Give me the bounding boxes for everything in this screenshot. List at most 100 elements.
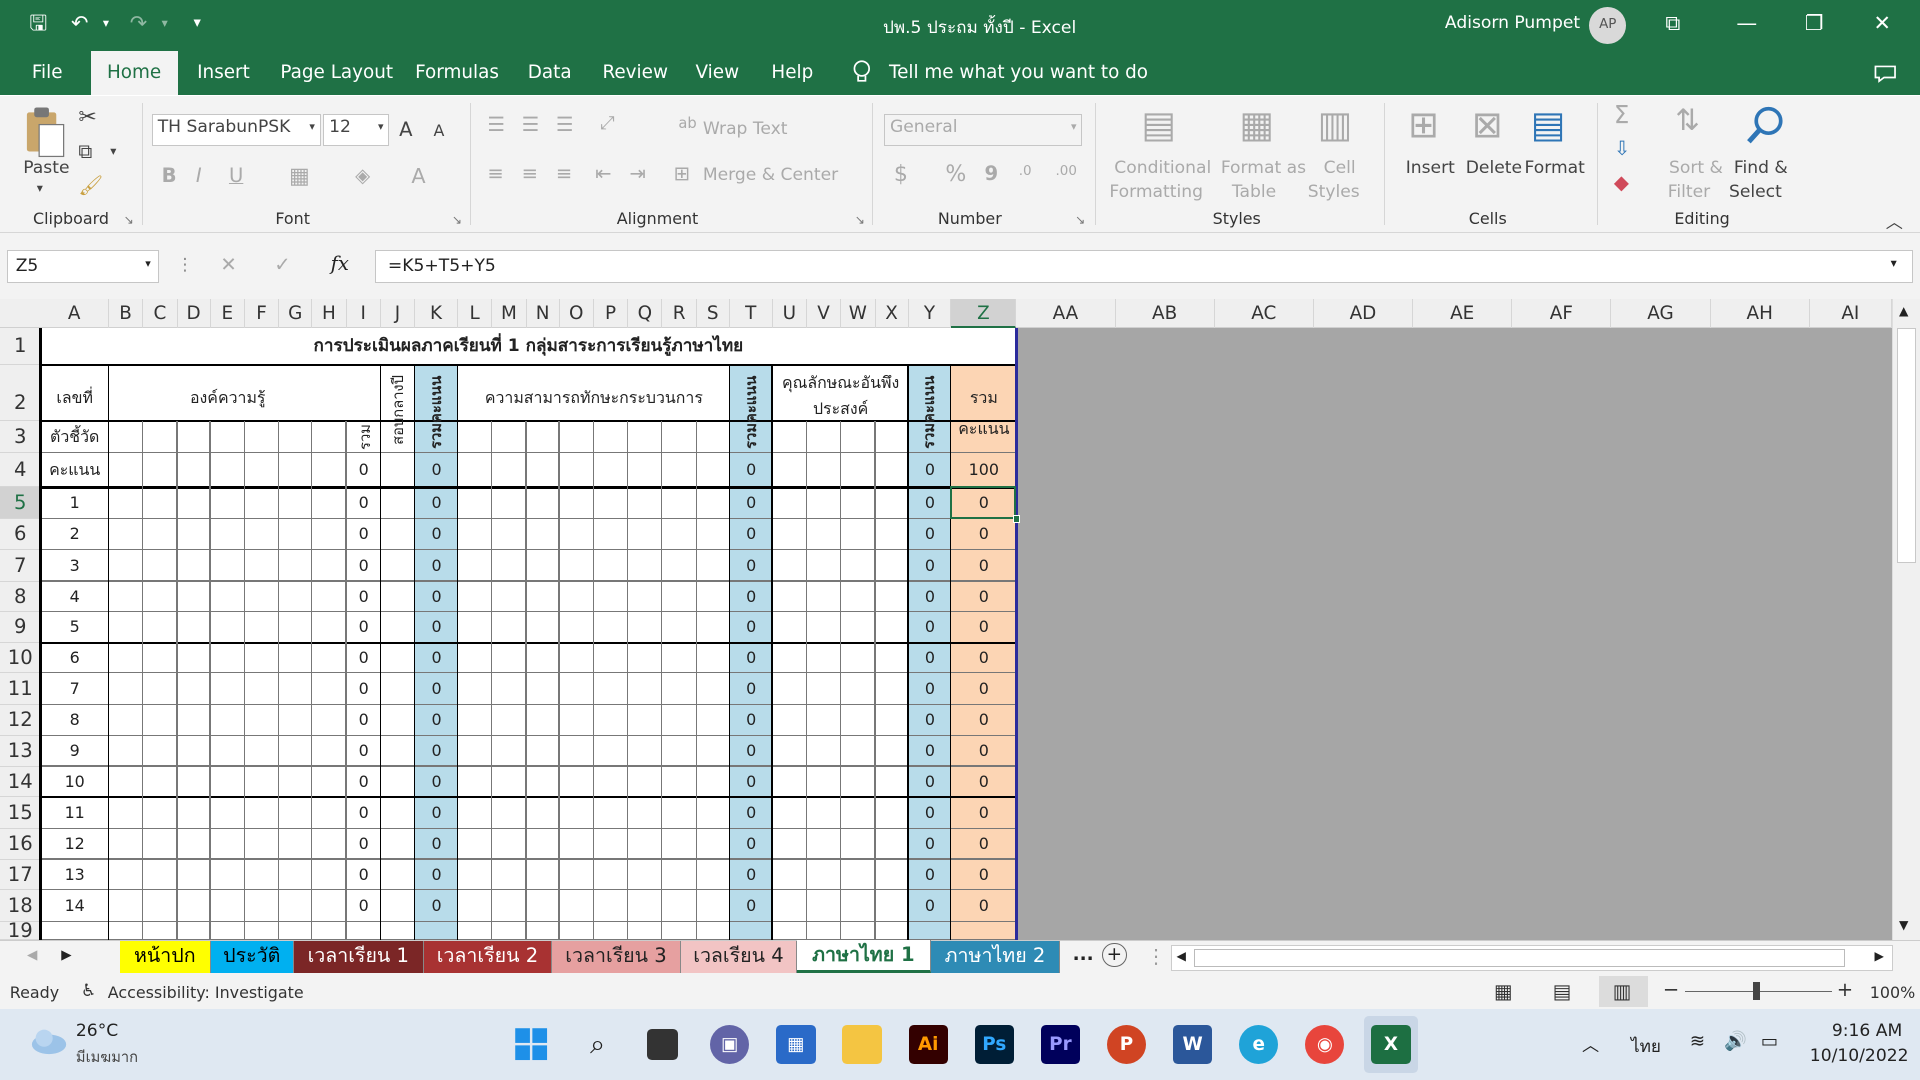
format-cells-button[interactable]: Format: [1525, 158, 1585, 178]
clock-time[interactable]: 9:16 AM: [1832, 1021, 1902, 1041]
clipboard-launcher-icon[interactable]: ↘: [124, 213, 134, 227]
fill-handle[interactable]: [1012, 515, 1020, 523]
worksheet-grid[interactable]: A B C D E F G H I J K L M N O P Q R S T U V W X Y Z AA AB AC AD AE AF AG…: [0, 298, 1892, 941]
italic-button[interactable]: I: [196, 164, 202, 187]
find-select-line2[interactable]: Select: [1729, 182, 1782, 202]
find-select-line1[interactable]: Find &: [1734, 158, 1788, 178]
file-explorer-icon[interactable]: [842, 1024, 882, 1065]
align-right-icon[interactable]: ≡: [556, 162, 572, 185]
column-header-aa[interactable]: AA: [1016, 298, 1116, 329]
format-as-table-icon[interactable]: ▦: [1239, 103, 1274, 146]
comments-icon[interactable]: [1873, 64, 1897, 84]
number-format-select[interactable]: General ▾: [884, 113, 1083, 146]
autosum-icon[interactable]: Σ: [1614, 100, 1629, 129]
selected-cell-z5[interactable]: [950, 486, 1017, 520]
tab-view[interactable]: View: [696, 62, 740, 83]
formula-options-icon[interactable]: ⋮: [176, 255, 193, 275]
row-header-1[interactable]: 1: [0, 328, 41, 365]
format-as-table-line2[interactable]: Table: [1232, 182, 1276, 202]
sort-filter-line1[interactable]: Sort &: [1669, 158, 1723, 178]
cancel-icon[interactable]: ✕: [220, 253, 236, 276]
column-header-n[interactable]: N: [527, 298, 560, 329]
hscroll-right-icon[interactable]: ▶: [1874, 949, 1883, 963]
column-header-ab[interactable]: AB: [1116, 298, 1215, 329]
tab-formulas[interactable]: Formulas: [415, 62, 499, 83]
column-header-z[interactable]: Z: [951, 298, 1017, 329]
hscroll-left-icon[interactable]: ◀: [1177, 949, 1186, 963]
cell-styles-line2[interactable]: Styles: [1308, 182, 1360, 202]
delete-cells-button[interactable]: Delete: [1466, 158, 1522, 178]
sort-filter-line2[interactable]: Filter: [1668, 182, 1710, 202]
column-header-q[interactable]: Q: [628, 298, 663, 329]
format-cells-icon[interactable]: ▤: [1531, 103, 1566, 146]
column-header-y[interactable]: Y: [909, 298, 952, 329]
search-icon[interactable]: ⌕: [578, 1025, 617, 1064]
show-hidden-icons[interactable]: ︿: [1582, 1031, 1599, 1056]
customize-qat-icon[interactable]: ▾: [193, 11, 200, 35]
wifi-icon[interactable]: ≋: [1690, 1031, 1705, 1052]
row-header-16[interactable]: 16: [0, 829, 41, 860]
currency-icon[interactable]: $: [894, 162, 908, 187]
tell-me-search[interactable]: Tell me what you want to do: [889, 62, 1148, 83]
number-launcher-icon[interactable]: ↘: [1075, 213, 1085, 227]
alignment-launcher-icon[interactable]: ↘: [855, 213, 865, 227]
zoom-slider-thumb[interactable]: [1753, 982, 1760, 1001]
cell-styles-icon[interactable]: ▥: [1318, 103, 1353, 146]
undo-icon[interactable]: ↶: [71, 11, 88, 35]
expand-formula-icon[interactable]: ▾: [1891, 256, 1897, 270]
column-header-g[interactable]: G: [279, 298, 313, 329]
conditional-formatting-line1[interactable]: Conditional: [1114, 158, 1211, 178]
photoshop-icon[interactable]: Ps: [974, 1024, 1014, 1065]
increase-decimal-icon[interactable]: .0: [1019, 164, 1032, 179]
wrap-text-icon[interactable]: ab: [678, 115, 696, 132]
percent-icon[interactable]: %: [945, 162, 966, 187]
merge-center-icon[interactable]: ⊞: [673, 162, 689, 185]
column-header-ae[interactable]: AE: [1413, 298, 1513, 329]
column-header-m[interactable]: M: [492, 298, 527, 329]
weather-temp[interactable]: 26°C: [76, 1021, 118, 1041]
column-header-e[interactable]: E: [211, 298, 245, 329]
row-header-15[interactable]: 15: [0, 797, 41, 829]
conditional-formatting-line2[interactable]: Formatting: [1109, 182, 1203, 202]
column-header-i[interactable]: I: [347, 298, 381, 329]
increase-indent-icon[interactable]: ⇥: [629, 162, 645, 185]
zoom-in-icon[interactable]: +: [1837, 978, 1853, 1001]
delete-cells-icon[interactable]: ⊠: [1472, 103, 1503, 146]
font-color-icon[interactable]: A: [411, 164, 425, 188]
align-center-icon[interactable]: ≡: [522, 162, 538, 185]
column-header-k[interactable]: K: [415, 298, 458, 329]
copy-dropdown-icon[interactable]: ▾: [110, 144, 116, 158]
merge-center-button[interactable]: Merge & Center: [703, 165, 838, 185]
edge-icon[interactable]: e: [1239, 1024, 1279, 1065]
row-header-13[interactable]: 13: [0, 736, 41, 767]
word-icon[interactable]: W: [1173, 1024, 1213, 1065]
align-left-icon[interactable]: ≡: [487, 162, 503, 185]
align-top-icon[interactable]: ☰: [487, 113, 505, 136]
sort-filter-icon[interactable]: ⇅: [1675, 103, 1700, 137]
align-middle-icon[interactable]: ☰: [522, 113, 540, 136]
scroll-up-icon[interactable]: ▲: [1899, 304, 1908, 318]
accessibility-status[interactable]: Accessibility: Investigate: [108, 983, 304, 1002]
column-header-v[interactable]: V: [807, 298, 842, 329]
fill-icon[interactable]: ⇩: [1614, 137, 1630, 160]
column-header-r[interactable]: R: [662, 298, 697, 329]
sheet-area[interactable]: การประเมินผลภาคเรียนที่ 1 กลุ่มสาระการเร…: [39, 328, 1020, 941]
borders-icon[interactable]: ▦: [289, 164, 310, 189]
tab-file[interactable]: File: [32, 62, 63, 83]
copy-icon[interactable]: ⧉: [78, 140, 92, 163]
column-header-ag[interactable]: AG: [1611, 298, 1711, 329]
row-header-17[interactable]: 17: [0, 860, 41, 891]
find-select-icon[interactable]: [1744, 105, 1786, 147]
sheet-tab-2[interactable]: ประวัติ: [210, 941, 294, 974]
insert-function-icon[interactable]: fx: [331, 252, 349, 275]
decrease-decimal-icon[interactable]: .00: [1056, 164, 1077, 179]
tab-scroll-left-icon[interactable]: ◀: [27, 948, 37, 963]
fill-color-icon[interactable]: ◈: [355, 164, 370, 187]
column-header-o[interactable]: O: [560, 298, 594, 329]
tab-scroll-right-icon[interactable]: ▶: [61, 948, 71, 963]
sheet-tab-7[interactable]: ภาษาไทย 1: [797, 940, 931, 974]
row-header-12[interactable]: 12: [0, 705, 41, 736]
row-header-4[interactable]: 4: [0, 453, 41, 488]
font-launcher-icon[interactable]: ↘: [452, 213, 462, 227]
column-header-ad[interactable]: AD: [1314, 298, 1414, 329]
